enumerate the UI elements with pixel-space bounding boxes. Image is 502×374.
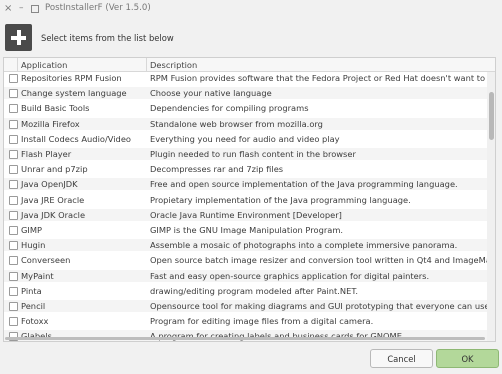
row-checkbox[interactable]: [9, 119, 18, 129]
application-name: Java JDK Oracle: [21, 209, 86, 220]
cancel-button[interactable]: Cancel: [370, 349, 433, 368]
column-header-description[interactable]: Description: [150, 60, 197, 70]
application-name: Pinta: [21, 285, 42, 296]
row-checkbox[interactable]: [9, 226, 18, 235]
application-description: Fast and easy open-source graphics appli…: [150, 270, 430, 281]
row-checkbox[interactable]: [9, 271, 18, 281]
column-header-application[interactable]: Application: [21, 60, 67, 70]
table-row[interactable]: Mozilla Firefox Standalone web browser fr…: [4, 117, 493, 130]
horizontal-scrollbar[interactable]: [5, 337, 485, 340]
application-description: GIMP is the GNU Image Manipulation Progr…: [150, 225, 344, 235]
application-name: Change system language: [21, 88, 127, 99]
application-description: Decompresses rar and 7zip files: [150, 164, 284, 175]
table-row[interactable]: Hugin Assemble a mosaic of photographs in…: [4, 239, 493, 252]
application-description: RPM Fusion provides software that the Fe…: [150, 73, 495, 83]
application-description: Propietary implementation of the Java pr…: [150, 194, 411, 205]
column-separator: [146, 58, 147, 71]
row-checkbox[interactable]: [9, 89, 18, 99]
application-name: GIMP: [21, 225, 43, 235]
application-name: Repositories RPM Fusion: [21, 73, 122, 83]
ok-button[interactable]: OK: [436, 349, 499, 368]
application-description: Open source batch image resizer and conv…: [150, 255, 496, 266]
row-checkbox[interactable]: [9, 210, 18, 220]
add-items-button[interactable]: [5, 24, 32, 51]
vertical-scroll-thumb[interactable]: [489, 92, 494, 140]
row-checkbox[interactable]: [9, 150, 18, 159]
table-row[interactable]: GIMP GIMP is the GNU Image Manipulation P…: [4, 224, 493, 236]
row-checkbox[interactable]: [9, 180, 18, 190]
application-description: Opensource tool for making diagrams and …: [150, 301, 493, 311]
application-name: Converseen: [21, 255, 71, 266]
row-checkbox[interactable]: [9, 195, 18, 205]
row-checkbox[interactable]: [9, 241, 18, 251]
table-row[interactable]: MyPaint Fast and easy open-source graphic…: [4, 269, 493, 282]
table-row[interactable]: Build Basic Tools Dependencies for compil…: [4, 102, 493, 114]
application-name: Unrar and p7zip: [21, 164, 88, 175]
title-bar: × – PostInstallerF (Ver 1.5.0): [0, 0, 502, 19]
row-checkbox[interactable]: [9, 256, 18, 266]
table-row[interactable]: Change system language Choose your native…: [4, 87, 493, 100]
table-row[interactable]: Repositories RPM Fusion RPM Fusion provid…: [4, 72, 495, 84]
table-row[interactable]: Fotoxx Program for editing image files fr…: [4, 315, 493, 327]
table-row[interactable]: Java JRE Oracle Propietary implementation…: [4, 194, 493, 206]
row-checkbox[interactable]: [9, 134, 18, 144]
table-row[interactable]: Unrar and p7zip Decompresses rar and 7zip…: [4, 163, 493, 175]
application-description: Plugin needed to run flash content in th…: [150, 149, 356, 159]
application-name: Flash Player: [21, 149, 72, 159]
application-description: Assemble a mosaic of photographs into a …: [150, 240, 458, 251]
row-checkbox[interactable]: [9, 302, 18, 311]
table-row[interactable]: Install Codecs Audio/Video Everything you…: [4, 133, 493, 145]
column-separator: [17, 58, 18, 71]
applications-list[interactable]: Application Description Repositories RPM…: [3, 57, 496, 342]
table-row[interactable]: Flash Player Plugin needed to run flash c…: [4, 148, 493, 160]
application-description: Free and open source implementation of t…: [150, 179, 458, 190]
application-description: Standalone web browser from mozilla.org: [150, 118, 323, 129]
application-name: Install Codecs Audio/Video: [21, 133, 131, 144]
table-row[interactable]: Pencil Opensource tool for making diagram…: [4, 300, 493, 312]
table-row[interactable]: Java JDK Oracle Oracle Java Runtime Envir…: [4, 208, 493, 221]
close-window-button[interactable]: ×: [4, 3, 12, 15]
table-row[interactable]: Java OpenJDK Free and open source impleme…: [4, 178, 493, 191]
application-name: MyPaint: [21, 270, 54, 281]
application-description: Program for editing image files from a d…: [150, 316, 374, 327]
window-title: PostInstallerF (Ver 1.5.0): [45, 3, 151, 13]
table-row[interactable]: Converseen Open source batch image resize…: [4, 254, 496, 266]
vertical-scrollbar[interactable]: [487, 72, 495, 341]
application-description: Oracle Java Runtime Environment [Develop…: [150, 209, 342, 220]
application-name: Build Basic Tools: [21, 103, 90, 114]
row-checkbox[interactable]: [9, 74, 18, 83]
instruction-text: Select items from the list below: [41, 33, 174, 43]
application-name: Fotoxx: [21, 316, 49, 327]
application-description: Dependencies for compiling programs: [150, 103, 309, 114]
application-name: Mozilla Firefox: [21, 118, 80, 129]
application-description: Everything you need for audio and video …: [150, 133, 340, 144]
maximize-window-button[interactable]: [31, 3, 39, 17]
application-name: Java OpenJDK: [21, 179, 78, 190]
minimize-window-button[interactable]: –: [19, 2, 24, 14]
application-description: Choose your native language: [150, 88, 272, 99]
application-name: Hugin: [21, 240, 46, 251]
row-checkbox[interactable]: [9, 317, 18, 327]
row-checkbox[interactable]: [9, 286, 18, 296]
list-header: Application Description: [4, 58, 495, 72]
maximize-icon: [31, 5, 39, 13]
application-description: drawing/editing program modeled after Pa…: [150, 285, 359, 296]
row-checkbox[interactable]: [9, 165, 18, 175]
application-name: Java JRE Oracle: [21, 194, 85, 205]
row-checkbox[interactable]: [9, 104, 18, 114]
application-name: Pencil: [21, 301, 46, 311]
table-row[interactable]: Pinta drawing/editing program modeled aft…: [4, 285, 493, 297]
